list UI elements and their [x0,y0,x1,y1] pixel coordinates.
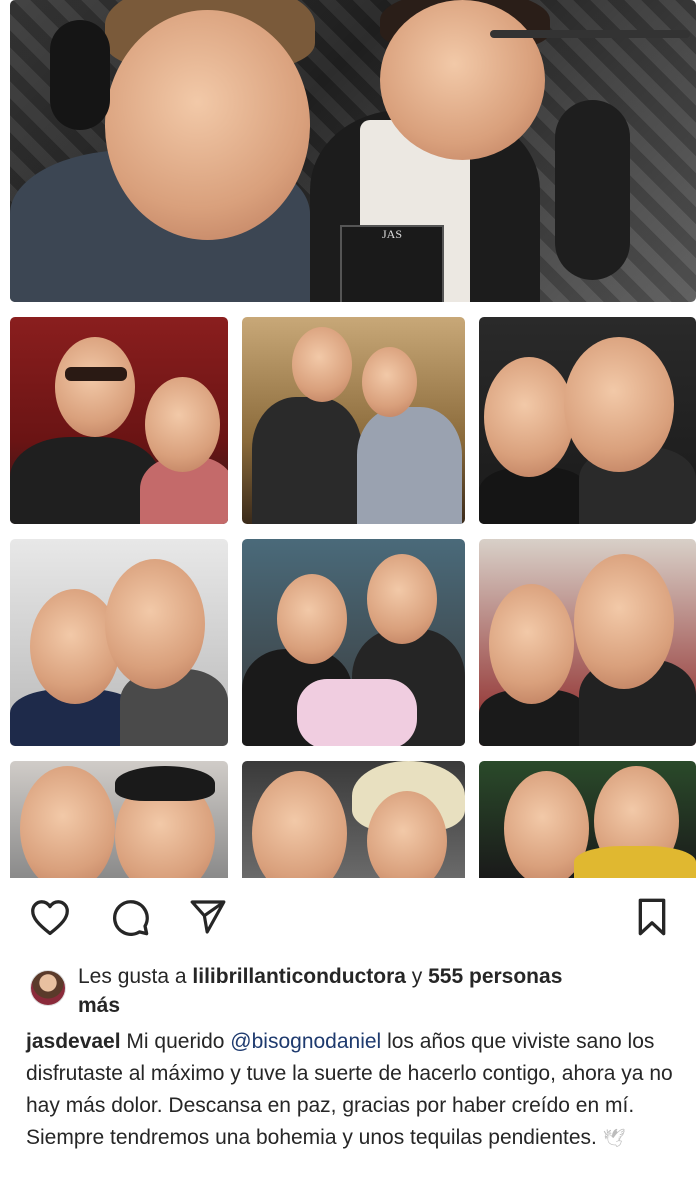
person-face [145,377,220,472]
grid-photo-3[interactable] [479,317,696,524]
person-face [367,554,437,644]
person-right-face [380,0,545,160]
hero-photo[interactable]: JAS [10,0,696,302]
microphone-icon [555,100,630,280]
person-face [292,327,352,402]
person-hair [115,766,215,801]
author-username[interactable]: jasdevael [26,1030,121,1053]
likes-count[interactable]: 555 personas [428,965,562,988]
likes-middle: y [405,965,429,988]
person-left-face [105,10,310,240]
grid-photo-7[interactable] [10,761,228,878]
person-body [357,407,462,524]
bookmark-icon[interactable] [630,895,674,939]
grid-photo-6[interactable] [479,539,696,746]
caption-text-start: Mi querido [120,1030,231,1053]
person-face [20,766,115,878]
liker-username[interactable]: lilibrillanticonductora [192,965,406,988]
action-bar [0,895,700,945]
grid-photo-9[interactable] [479,761,696,878]
send-icon[interactable] [186,895,230,939]
person-face [489,584,574,704]
grid-photo-2[interactable] [242,317,465,524]
person-face [484,357,574,477]
grid-photo-5[interactable] [242,539,465,746]
likes-prefix: Les gusta a [78,965,193,988]
person-body [10,437,160,524]
sunglasses-icon [65,367,127,381]
person-face [564,337,674,472]
person-body [252,397,362,524]
person-face [105,559,205,689]
mic-arm [490,30,690,38]
person-face [362,347,417,417]
avatar[interactable] [30,970,66,1006]
grid-photo-1[interactable] [10,317,228,524]
likes-text: Les gusta a lilibrillanticonductora y 55… [78,962,678,1020]
person-face [55,337,135,437]
person-face [277,574,347,664]
mention-link[interactable]: @bisognodaniel [230,1030,381,1053]
person-face [252,771,347,878]
headphones-icon [50,20,110,130]
baby-blanket [297,679,417,746]
yellow-jacket [574,846,696,878]
grid-photo-4[interactable] [10,539,228,746]
album-cover: JAS [340,225,444,302]
likes-suffix[interactable]: más [78,994,120,1017]
heart-icon[interactable] [28,895,72,939]
album-title: JAS [381,227,402,241]
photo-collage[interactable]: JAS [0,0,700,878]
grid-photo-8[interactable] [242,761,465,878]
post-caption: jasdevael Mi querido @bisognodaniel los … [26,1026,676,1154]
comment-icon[interactable] [108,895,152,939]
dove-emoji-icon: 🕊 [602,1128,626,1148]
person-face [574,554,674,689]
